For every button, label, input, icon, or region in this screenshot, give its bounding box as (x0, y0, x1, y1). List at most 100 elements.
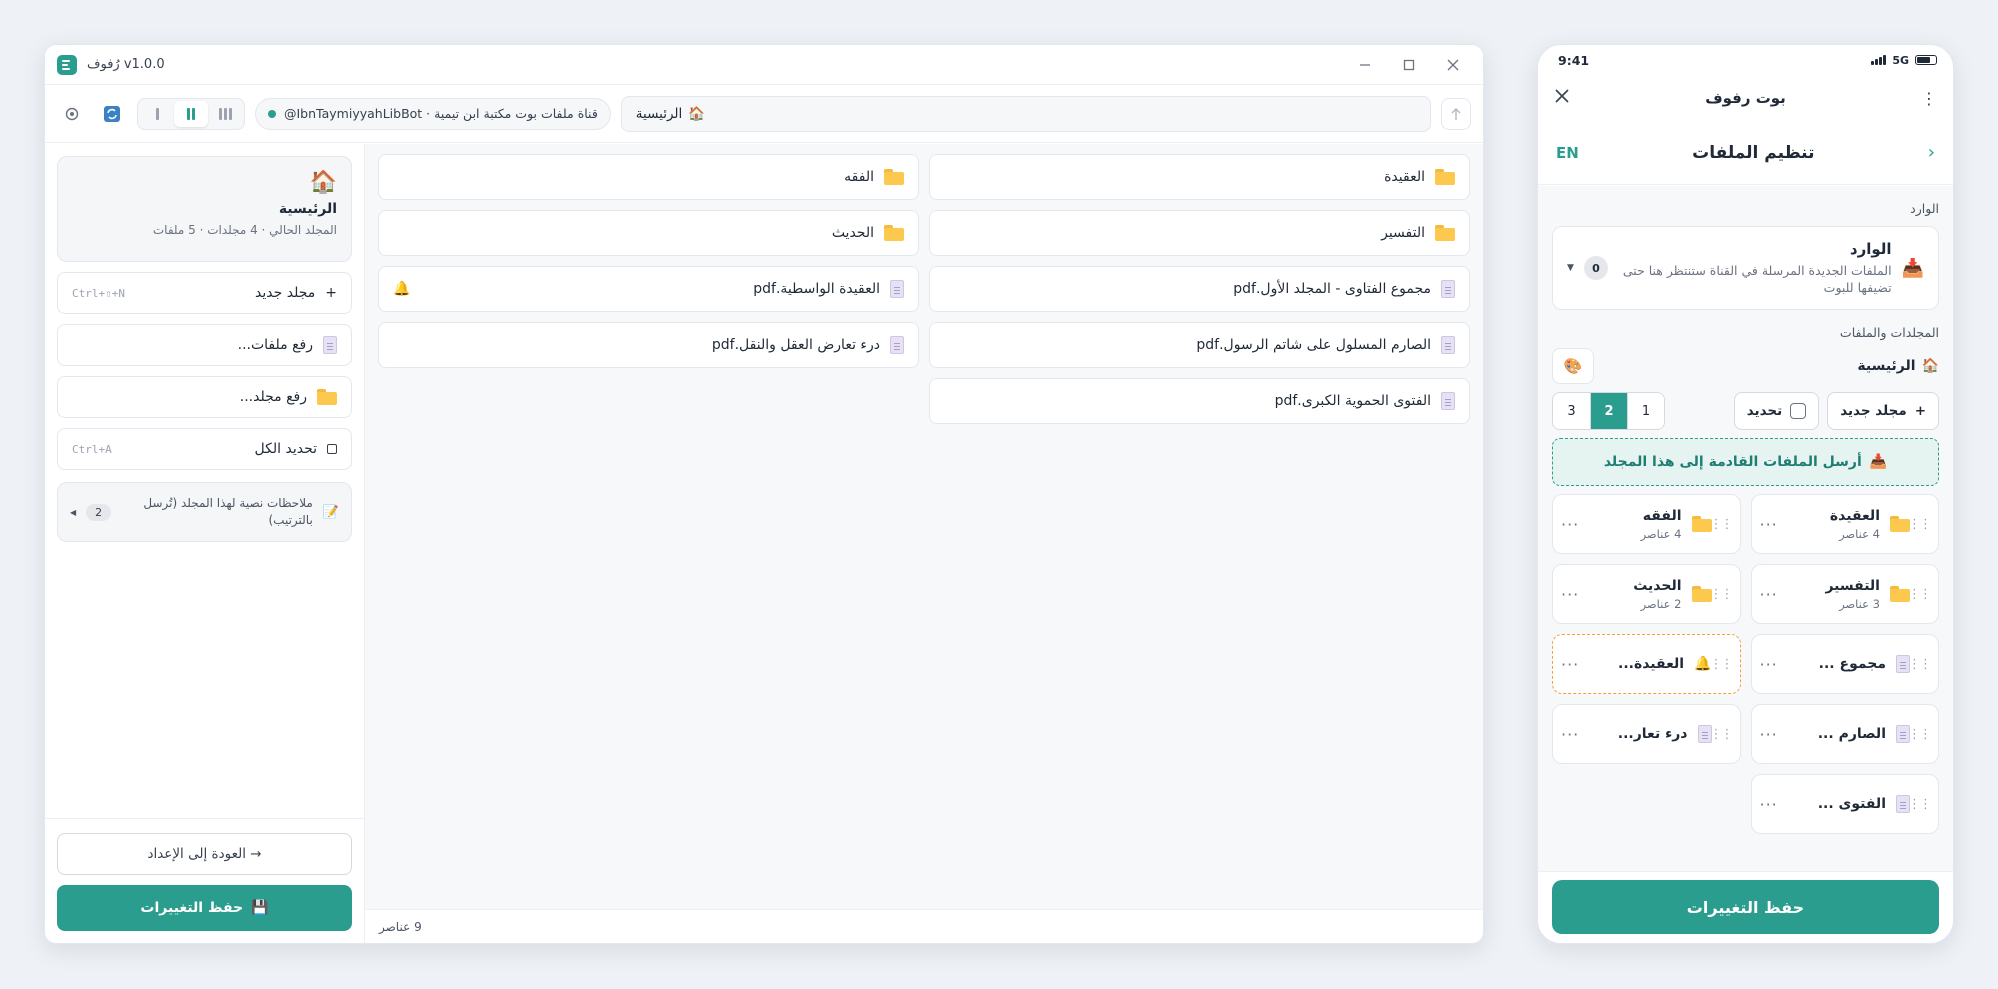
palette-icon[interactable]: 🎨 (1552, 348, 1594, 384)
folder-icon (1691, 516, 1712, 532)
file-item[interactable]: العقيدة الواسطية.pdf 🔔 (378, 266, 919, 312)
drag-handle-icon[interactable]: ⋮⋮ (1710, 727, 1734, 742)
current-folder-name: الرئيسية (278, 201, 337, 217)
item-name: العقيدة (1384, 169, 1425, 185)
close-icon[interactable] (1554, 88, 1570, 108)
file-item[interactable]: الفتوى الحموية الكبرى.pdf (929, 378, 1470, 424)
language-toggle[interactable]: EN (1556, 144, 1579, 162)
close-icon[interactable] (1445, 57, 1461, 73)
inbox-description: الملفات الجديدة المرسلة في القناة ستنتظر… (1622, 263, 1892, 295)
file-item[interactable]: مجموع الفتاوى - المجلد الأول.pdf (929, 266, 1470, 312)
path-bar[interactable]: 🏠 الرئيسية (620, 95, 1431, 132)
page-button-3[interactable]: 3 (1553, 393, 1590, 429)
more-icon[interactable]: ··· (1561, 585, 1579, 604)
drag-handle-icon[interactable]: ⋮⋮ (1908, 727, 1932, 742)
home-icon: 🏠 (688, 105, 706, 122)
inbox-card[interactable]: 📥 الوارد الملفات الجديدة المرسلة في القن… (1552, 226, 1939, 310)
file-icon (1896, 795, 1910, 813)
file-icon (1441, 392, 1455, 410)
page-button-2[interactable]: 2 (1590, 393, 1627, 429)
folder-item[interactable]: العقيدة (929, 154, 1470, 200)
folder-item[interactable]: التفسير (929, 210, 1470, 256)
more-icon[interactable]: ··· (1561, 725, 1579, 744)
screen-title: تنظيم الملفات (1692, 142, 1815, 163)
folder-card[interactable]: ⋮⋮ العقيدة 4 عناصر ··· (1750, 494, 1939, 554)
file-card[interactable]: ⋮⋮ 🔔 العقيدة... ··· (1552, 634, 1741, 694)
send-here-button[interactable]: 📥 أرسل الملفات القادمة إلى هذا المجلد (1552, 438, 1939, 486)
desktop-window: رُفوف v1.0.0 @IbnTaymiyyahLibBot · قناة … (44, 44, 1484, 944)
drag-handle-icon[interactable]: ⋮⋮ (1908, 587, 1932, 602)
settings-icon[interactable] (57, 99, 87, 129)
new-folder-label: مجلد جديد (1840, 403, 1907, 419)
more-icon[interactable]: ··· (1760, 725, 1778, 744)
inbox-section-label: الوارد (1910, 201, 1939, 216)
folder-icon (1691, 586, 1712, 602)
view-single-column[interactable] (140, 101, 174, 127)
more-icon[interactable]: ··· (1561, 515, 1579, 534)
drag-handle-icon[interactable]: ⋮⋮ (1908, 517, 1932, 532)
notes-count-badge: 2 (86, 503, 112, 521)
more-icon[interactable]: ··· (1561, 655, 1579, 674)
items-grid: العقيدة الفقه التفسير الحديث مجموع الفتاوى -… (378, 154, 1470, 424)
maximize-icon[interactable] (1401, 57, 1417, 73)
phone-save-button[interactable]: حفظ التغييرات (1552, 880, 1939, 934)
inbox-tray-icon: 📥 (1901, 257, 1924, 279)
folder-notes-toggle[interactable]: 📝 ملاحظات نصية لهذا المجلد (تُرسل بالترت… (57, 482, 352, 542)
notes-label: ملاحظات نصية لهذا المجلد (تُرسل بالترتيب… (143, 496, 313, 527)
file-card[interactable]: ⋮⋮ الفتوى ... ··· (1750, 774, 1939, 834)
more-icon[interactable]: ··· (1760, 515, 1778, 534)
more-icon[interactable]: ··· (1760, 795, 1778, 814)
new-folder-button[interactable]: + مجلد جديد (1827, 392, 1939, 430)
file-card[interactable]: ⋮⋮ الصارم ... ··· (1750, 704, 1939, 764)
bell-icon: 🔔 (1694, 656, 1712, 672)
channel-chip[interactable]: @IbnTaymiyyahLibBot · قناة ملفات بوت مكت… (255, 97, 611, 130)
file-card[interactable]: ⋮⋮ مجموع ... ··· (1750, 634, 1939, 694)
plus-icon: + (1914, 403, 1926, 419)
back-to-setup-button[interactable]: → العودة إلى الإعداد (57, 833, 352, 875)
more-vertical-icon[interactable]: ⋮ (1921, 89, 1937, 108)
folder-card[interactable]: ⋮⋮ التفسير 3 عناصر ··· (1750, 564, 1939, 624)
new-folder-label: مجلد جديد (255, 285, 316, 301)
signal-icon (1871, 55, 1887, 65)
drag-handle-icon[interactable]: ⋮⋮ (1710, 657, 1734, 672)
more-icon[interactable]: ··· (1760, 585, 1778, 604)
up-arrow-icon[interactable] (1441, 97, 1471, 130)
new-folder-button[interactable]: + مجلد جديد Ctrl+⇧+N (57, 272, 352, 314)
folder-item[interactable]: الحديث (378, 210, 919, 256)
card-name: التفسير (1825, 577, 1880, 594)
view-mode-switch[interactable] (137, 97, 245, 130)
view-three-columns[interactable] (208, 101, 242, 127)
upload-folder-button[interactable]: رفع مجلد... (57, 376, 352, 418)
select-all-label: تحديد الكل (254, 441, 317, 457)
file-icon (1441, 280, 1455, 298)
folder-card[interactable]: ⋮⋮ الفقه 4 عناصر ··· (1552, 494, 1741, 554)
folder-card[interactable]: ⋮⋮ الحديث 2 عناصر ··· (1552, 564, 1741, 624)
drag-handle-icon[interactable]: ⋮⋮ (1710, 587, 1734, 602)
floppy-icon: 💾 (251, 900, 269, 916)
save-changes-button[interactable]: 💾 حفظ التغييرات (57, 885, 352, 931)
page-button-1[interactable]: 1 (1627, 393, 1664, 429)
file-item[interactable]: الصارم المسلول على شاتم الرسول.pdf (929, 322, 1470, 368)
folder-icon (1890, 516, 1910, 532)
upload-files-button[interactable]: رفع ملفات... (57, 324, 352, 366)
card-count: 4 عناصر (1839, 526, 1880, 541)
more-icon[interactable]: ··· (1760, 655, 1778, 674)
view-two-columns[interactable] (174, 100, 208, 127)
item-name: الفتوى الحموية الكبرى.pdf (1274, 393, 1431, 409)
folder-item[interactable]: الفقه (378, 154, 919, 200)
drag-handle-icon[interactable]: ⋮⋮ (1908, 797, 1932, 812)
drag-handle-icon[interactable]: ⋮⋮ (1710, 517, 1734, 532)
minimize-icon[interactable] (1357, 57, 1373, 73)
select-all-button[interactable]: تحديد الكل Ctrl+A (57, 428, 352, 470)
file-item[interactable]: درء تعارض العقل والنقل.pdf (378, 322, 919, 368)
network-label: 5G (1892, 53, 1909, 67)
select-toggle[interactable]: تحديد (1733, 392, 1820, 430)
pagination: 321 (1552, 392, 1665, 430)
item-name: الحديث (831, 225, 874, 241)
caret-left-icon: ◀ (70, 507, 77, 517)
sync-icon[interactable] (97, 99, 127, 129)
folders-section-label: المجلدات والملفات (1839, 325, 1939, 340)
drag-handle-icon[interactable]: ⋮⋮ (1908, 657, 1932, 672)
back-chevron-icon[interactable]: ‹ (1928, 142, 1935, 163)
file-card[interactable]: ⋮⋮ درء تعار... ··· (1552, 704, 1741, 764)
